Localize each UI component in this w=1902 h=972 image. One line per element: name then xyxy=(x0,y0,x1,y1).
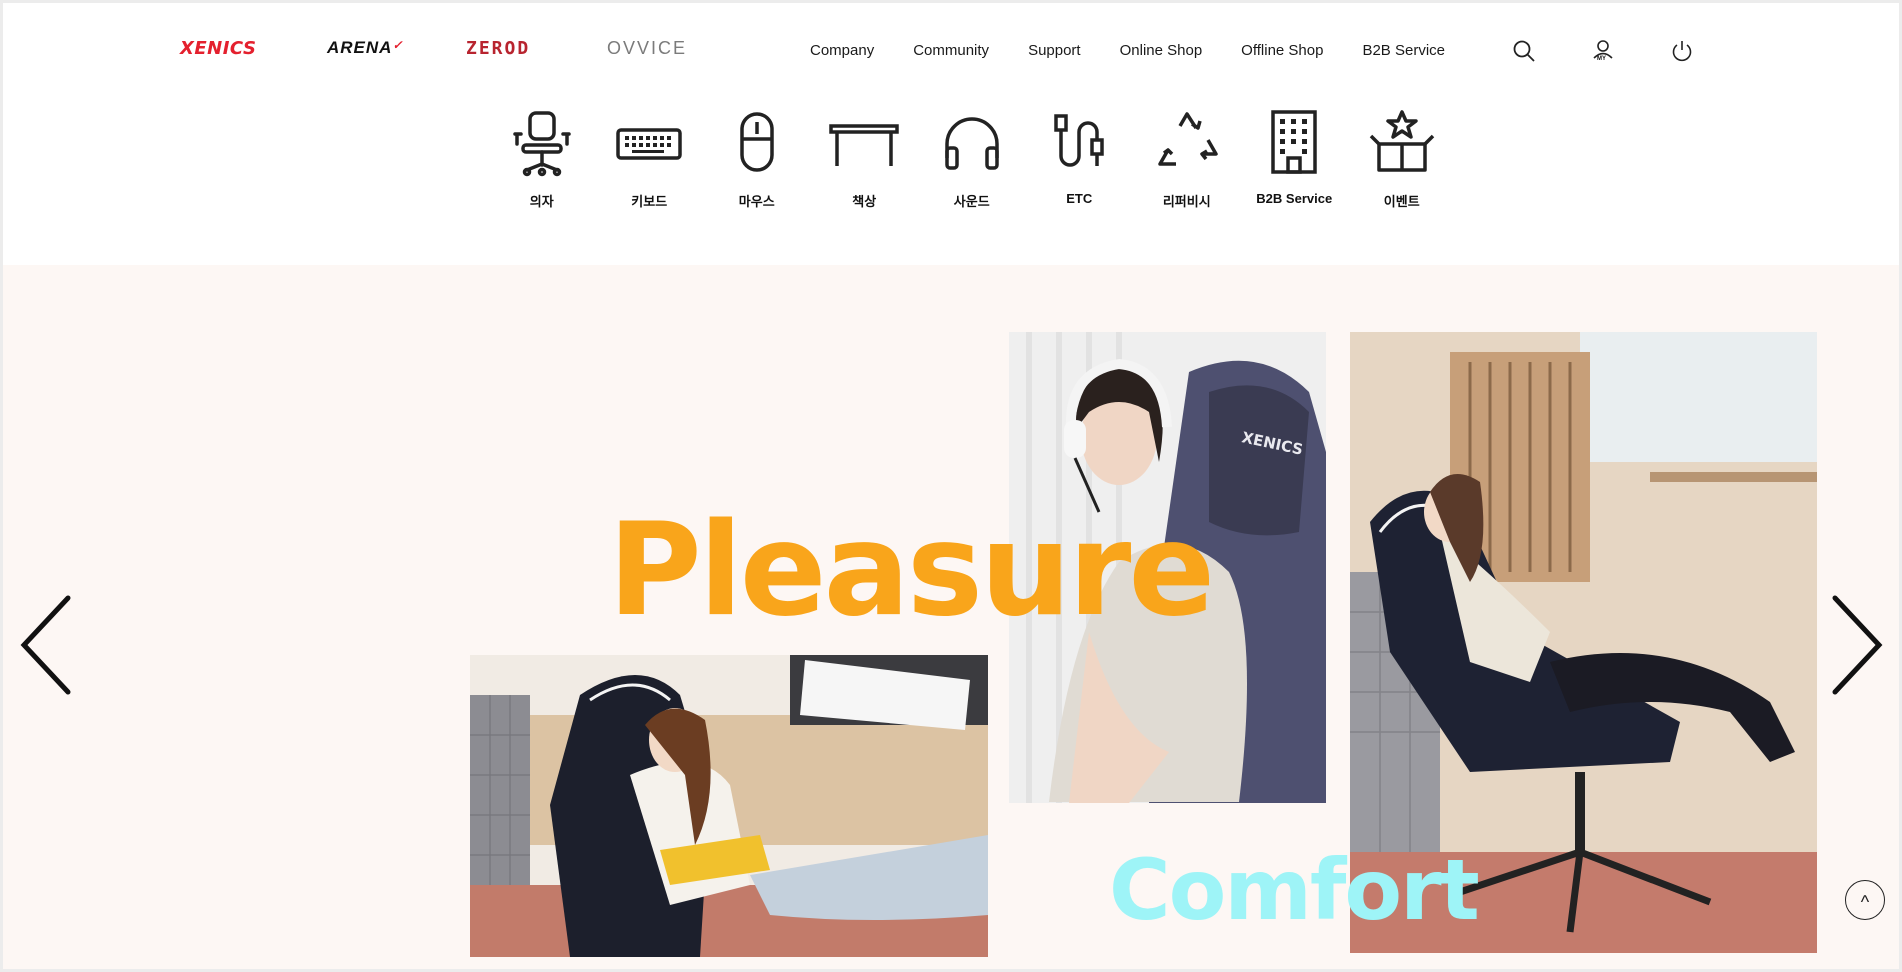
category-label: 책상 xyxy=(852,194,877,209)
category-label: B2B Service xyxy=(1256,191,1333,206)
recycle-icon xyxy=(1158,112,1218,166)
brand-arena-logo[interactable]: ARENA✓ xyxy=(327,38,404,58)
category-event[interactable]: 이벤트 xyxy=(1348,108,1456,210)
category-label: 리퍼비시 xyxy=(1162,194,1211,209)
my-label: MY xyxy=(1597,56,1606,62)
category-menu: 의자 키보드 마우스 책상 사운드 ETC 리퍼비시 B2B Service 이… xyxy=(488,108,1456,210)
mouse-icon xyxy=(740,112,774,172)
category-sound[interactable]: 사운드 xyxy=(918,108,1026,210)
search-icon[interactable] xyxy=(1511,38,1537,64)
chevron-left-icon[interactable] xyxy=(16,590,76,700)
brand-zerod-logo[interactable]: ZEROD xyxy=(466,38,530,59)
nav-company[interactable]: Company xyxy=(810,42,874,59)
category-label: 사운드 xyxy=(953,194,990,209)
desk-icon xyxy=(829,124,899,166)
nav-b2b-service[interactable]: B2B Service xyxy=(1362,42,1445,59)
headphones-icon xyxy=(945,117,999,170)
keyboard-icon xyxy=(616,128,682,160)
nav-online-shop[interactable]: Online Shop xyxy=(1120,42,1203,59)
building-icon xyxy=(1271,110,1317,174)
nav-community[interactable]: Community xyxy=(913,42,989,59)
category-keyboard[interactable]: 키보드 xyxy=(596,108,704,210)
back-to-top-button[interactable]: ^ xyxy=(1845,880,1885,920)
brand-xenics-logo[interactable]: XENICS xyxy=(180,38,256,59)
category-label: 키보드 xyxy=(631,194,668,209)
category-label: 이벤트 xyxy=(1383,194,1420,209)
headline-comfort: Comfort xyxy=(1109,841,1480,939)
category-etc[interactable]: ETC xyxy=(1026,108,1134,210)
power-icon[interactable] xyxy=(1669,38,1695,64)
chair-icon xyxy=(513,111,571,177)
cable-icon xyxy=(1054,114,1104,167)
chevron-right-icon[interactable] xyxy=(1827,590,1887,700)
brand-arena-label: ARENA xyxy=(327,38,393,57)
headline-pleasure: Pleasure xyxy=(608,496,1215,645)
nav-offline-shop[interactable]: Offline Shop xyxy=(1241,42,1323,59)
gift-box-icon xyxy=(1369,110,1434,172)
category-b2b[interactable]: B2B Service xyxy=(1241,108,1349,210)
reading-woman-photo xyxy=(470,655,988,957)
hero-banner: XENICS Pleasure Comfort ^ xyxy=(3,265,1899,969)
brand-ovvice-logo[interactable]: OVVICE xyxy=(607,38,687,59)
my-page-icon[interactable]: MY xyxy=(1590,38,1616,64)
top-navigation: Company Community Support Online Shop Of… xyxy=(810,42,1484,59)
nav-support[interactable]: Support xyxy=(1028,42,1081,59)
category-mouse[interactable]: 마우스 xyxy=(703,108,811,210)
category-desk[interactable]: 책상 xyxy=(811,108,919,210)
category-label: 의자 xyxy=(529,194,554,209)
category-label: ETC xyxy=(1066,191,1093,206)
category-label: 마우스 xyxy=(738,194,775,209)
category-refurbish[interactable]: 리퍼비시 xyxy=(1133,108,1241,210)
caret-up-icon: ^ xyxy=(1860,892,1870,912)
category-chair[interactable]: 의자 xyxy=(488,108,596,210)
